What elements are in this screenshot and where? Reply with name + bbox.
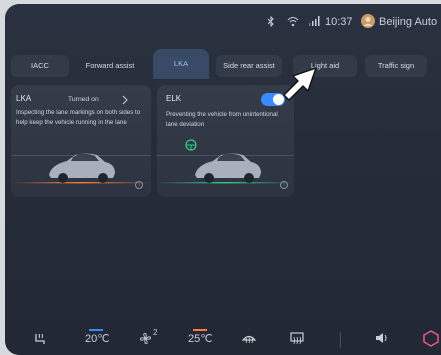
dock-divider [340, 332, 341, 348]
lka-card[interactable]: LKA Turned on Inspecting the lane markin… [11, 85, 151, 197]
clock-time: 10:37 [325, 16, 353, 28]
bottom-dock: 20℃ 2 25℃ [5, 324, 441, 355]
tab-iacc[interactable]: IACC [11, 55, 69, 77]
lka-card-title: LKA [16, 94, 32, 103]
elk-description: Preventing the vehicle from unintentiona… [166, 111, 278, 128]
passenger-temp[interactable]: 25℃ [188, 332, 213, 345]
wifi-icon [287, 16, 299, 30]
driver-temp[interactable]: 20℃ [85, 332, 110, 345]
driver-temp-indicator [89, 329, 103, 331]
passenger-temp-indicator [193, 329, 207, 331]
home-hexagon-icon[interactable] [423, 330, 439, 350]
front-defrost-icon[interactable] [241, 332, 257, 348]
cellular-signal-icon [309, 16, 321, 29]
rear-defrost-icon[interactable] [290, 332, 304, 348]
status-bar: 10:37 Beijing Auto [5, 4, 441, 40]
elk-card[interactable]: ELK Preventing the vehicle from unintent… [157, 85, 294, 197]
pointer-arrow-icon [283, 67, 317, 101]
tab-side-rear-assist[interactable]: Side rear assist [216, 55, 282, 77]
info-icon[interactable]: i [280, 181, 288, 189]
bluetooth-icon [267, 15, 275, 30]
tab-lka[interactable]: LKA [153, 49, 209, 79]
fan-icon[interactable] [139, 332, 152, 348]
seat-heating-icon[interactable] [33, 332, 47, 349]
car-lane-illustration [11, 153, 151, 184]
avatar[interactable] [361, 14, 375, 31]
info-icon[interactable]: i [135, 181, 143, 189]
assist-tab-bar: IACC Forward assist LKA Side rear assist… [5, 49, 441, 83]
location-label: Beijing Auto [379, 16, 438, 28]
infotainment-screen: 10:37 Beijing Auto IACC Forward assist L… [5, 4, 441, 355]
tab-forward-assist[interactable]: Forward assist [73, 55, 147, 77]
lka-description: Inspecting the lane markings on both sid… [16, 109, 141, 126]
volume-icon[interactable] [375, 332, 389, 347]
lka-status: Turned on [68, 96, 99, 103]
fan-level: 2 [153, 328, 158, 337]
tab-traffic-sign[interactable]: Traffic sign [365, 55, 427, 77]
car-lane-illustration [157, 153, 294, 184]
elk-card-title: ELK [166, 94, 182, 103]
